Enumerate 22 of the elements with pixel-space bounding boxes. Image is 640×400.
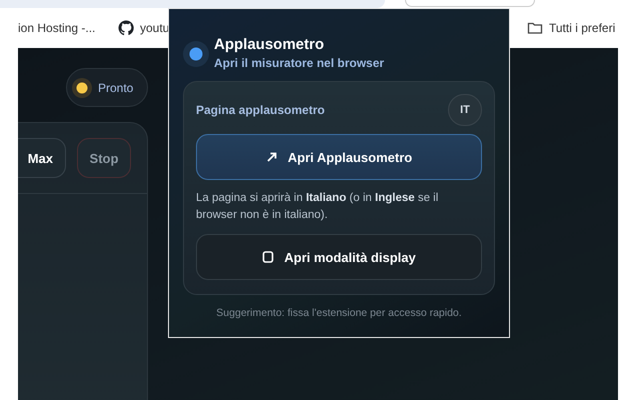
status-dot-icon xyxy=(183,41,209,67)
bookmark-item[interactable]: youtu xyxy=(118,20,170,36)
address-bar[interactable] xyxy=(0,0,385,8)
bookmark-item[interactable]: ion Hosting -... xyxy=(18,21,96,35)
card-heading: Pagina applausometro xyxy=(196,103,325,117)
cat-silhouette-icon xyxy=(118,20,134,36)
language-badge: IT xyxy=(448,94,482,126)
toolbar-pill[interactable] xyxy=(405,0,535,7)
arrow-icon xyxy=(266,151,278,163)
control-button[interactable]: Max xyxy=(18,138,66,178)
open-button[interactable]: Apri modalità display xyxy=(196,234,482,280)
square-icon xyxy=(262,251,274,263)
bookmark-item[interactable]: Tutti i preferi xyxy=(527,20,616,36)
folder-icon xyxy=(527,20,543,36)
control-button[interactable]: Stop xyxy=(76,138,131,178)
status-dot-icon xyxy=(72,78,92,98)
popup-title: Applausometro xyxy=(214,36,324,53)
hint-text: Suggerimento: fissa l'estensione per accesso rapido. xyxy=(215,307,463,319)
open-button[interactable]: Apri Applausometro xyxy=(196,134,482,180)
popup-subtitle: Apri il misuratore nel browser xyxy=(214,56,384,70)
language-note: La pagina si aprirà in Italiano (o in Inglese se il browser non è in italiano). xyxy=(196,191,440,223)
status-label: Pronto xyxy=(98,80,134,94)
